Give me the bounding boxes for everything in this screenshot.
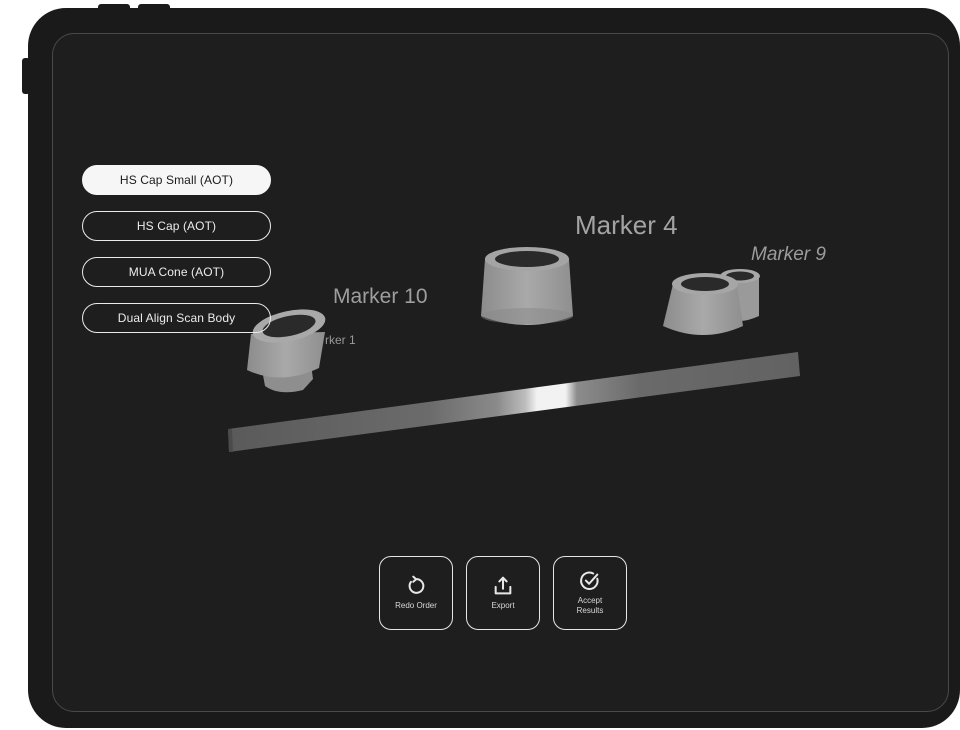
implant-type-options: HS Cap Small (AOT) HS Cap (AOT) MUA Cone… xyxy=(82,165,273,349)
export-icon xyxy=(494,576,512,595)
marker-4-label: Marker 4 xyxy=(575,210,678,240)
marker-10-label: Marker 10 xyxy=(333,285,428,308)
app-screen: Marker 4 Marker 9 Marker 10 rker 1 HS Ca… xyxy=(52,33,949,712)
option-dual-align-scan-body[interactable]: Dual Align Scan Body xyxy=(82,303,271,333)
tablet-side-button xyxy=(22,58,30,94)
option-mua-cone[interactable]: MUA Cone (AOT) xyxy=(82,257,271,287)
redo-icon xyxy=(408,575,425,594)
export-label: Export xyxy=(491,601,515,610)
redo-order-label: Redo Order xyxy=(395,601,437,610)
marker-1-label: rker 1 xyxy=(325,333,356,347)
action-bar: Redo Order Export Accept Results xyxy=(379,556,627,630)
export-button[interactable]: Export xyxy=(466,556,540,630)
option-hs-cap[interactable]: HS Cap (AOT) xyxy=(82,211,271,241)
marker-9-label: Marker 9 xyxy=(751,244,826,265)
option-hs-cap-small[interactable]: HS Cap Small (AOT) xyxy=(82,165,271,195)
marker-9-cap-model xyxy=(663,269,760,335)
accept-results-label: Accept Results xyxy=(576,596,604,615)
tablet-top-button-left xyxy=(98,4,130,12)
accept-check-icon xyxy=(580,571,599,590)
accept-results-button[interactable]: Accept Results xyxy=(553,556,627,630)
redo-order-button[interactable]: Redo Order xyxy=(379,556,453,630)
tablet-top-button-right xyxy=(138,4,170,12)
marker-4-cap-model xyxy=(481,247,573,325)
